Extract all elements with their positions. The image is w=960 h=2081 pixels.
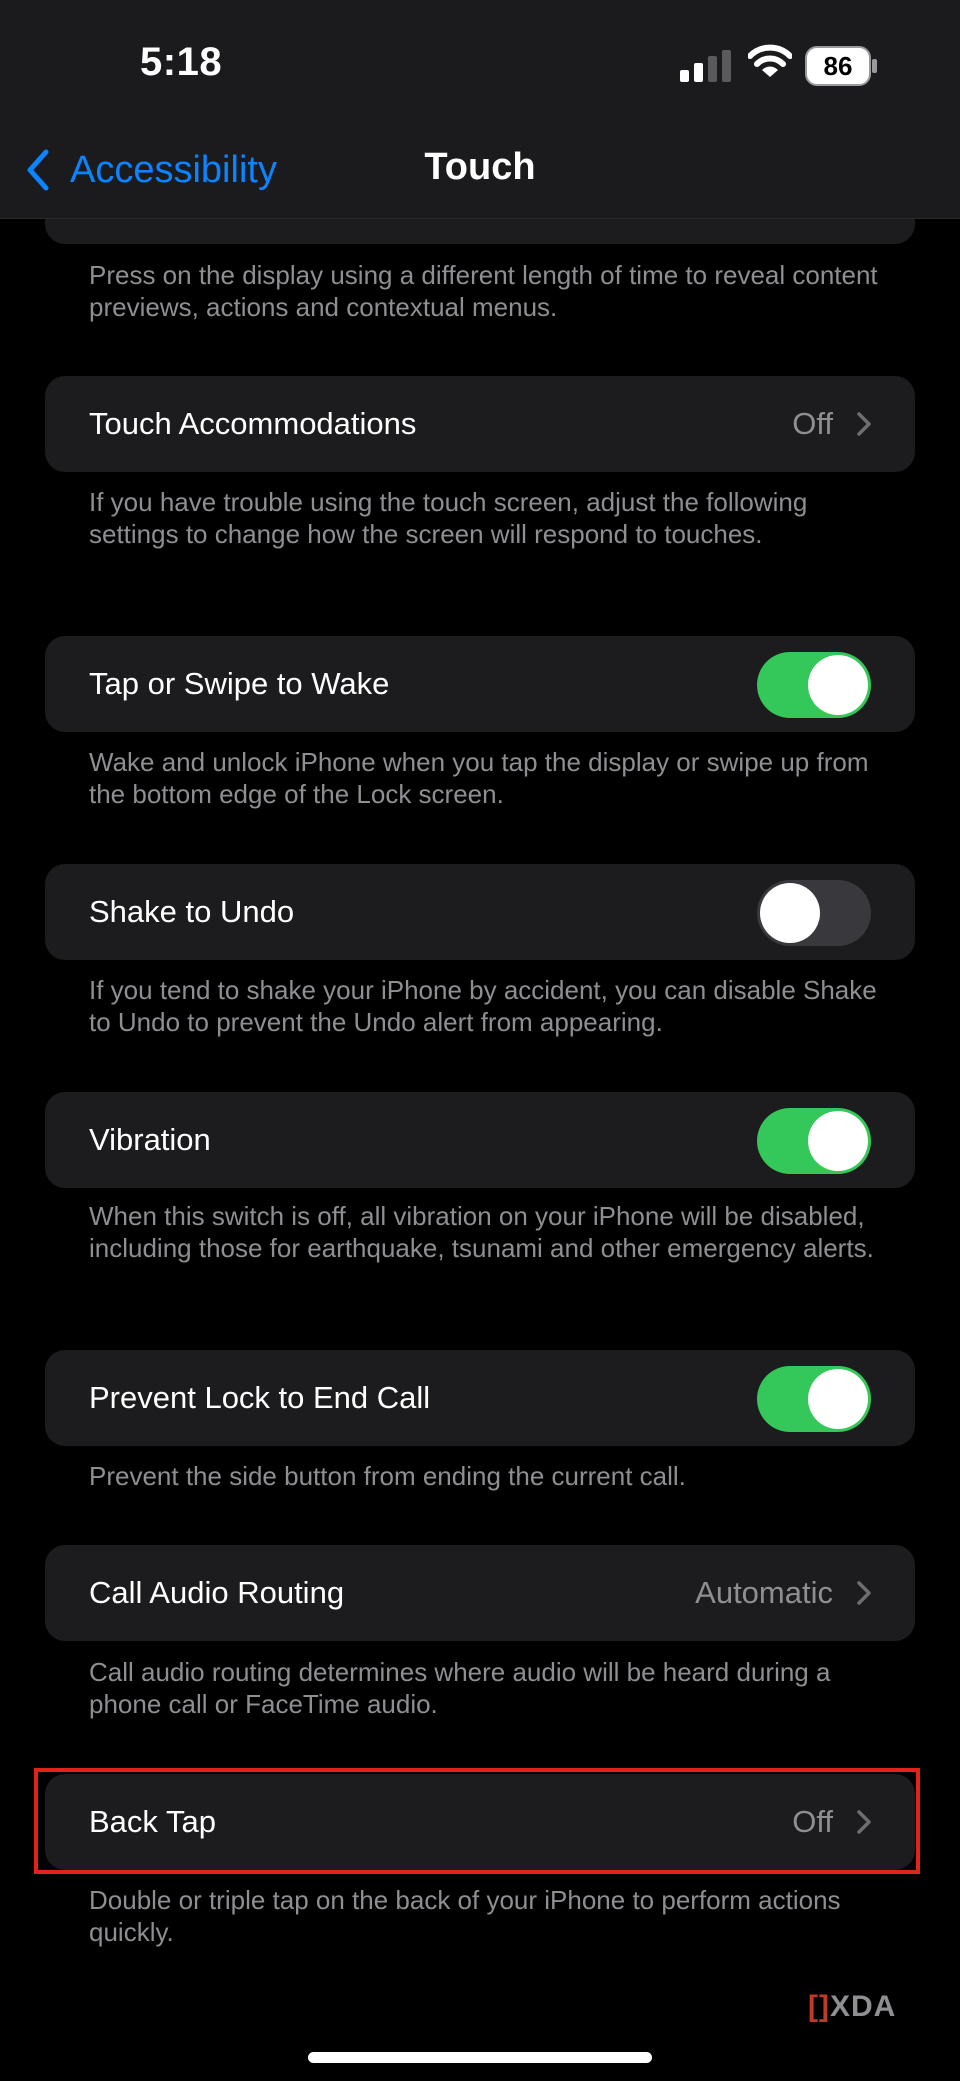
call-audio-routing-row[interactable]: Call Audio Routing Automatic <box>45 1545 915 1641</box>
signal-icon <box>680 50 731 82</box>
xda-watermark: []XDA <box>808 1990 896 2024</box>
tap-to-wake-toggle[interactable] <box>757 652 871 718</box>
haptic-touch-description: Press on the display using a different l… <box>89 260 878 322</box>
home-indicator[interactable] <box>308 2052 652 2063</box>
vibration-toggle[interactable] <box>757 1108 871 1174</box>
call-audio-routing-value: Automatic <box>695 1575 833 1610</box>
shake-to-undo-description: If you tend to shake your iPhone by acci… <box>89 975 877 1037</box>
vibration-label: Vibration <box>89 1122 211 1157</box>
xda-logo-mark: [] <box>808 1990 830 2023</box>
shake-to-undo-label: Shake to Undo <box>89 894 295 929</box>
tap-to-wake-row: Tap or Swipe to Wake <box>45 636 915 732</box>
chevron-right-icon <box>857 1581 871 1605</box>
navigation-header: 5:18 86 Accessibility Touch <box>0 0 960 219</box>
battery-level: 86 <box>823 51 853 81</box>
prevent-lock-toggle[interactable] <box>757 1366 871 1432</box>
vibration-description: When this switch is off, all vibration o… <box>89 1201 874 1263</box>
touch-accommodations-row[interactable]: Touch Accommodations Off <box>45 376 915 472</box>
prevent-lock-description: Prevent the side button from ending the … <box>89 1461 686 1491</box>
tap-to-wake-description: Wake and unlock iPhone when you tap the … <box>89 747 869 809</box>
shake-to-undo-row: Shake to Undo <box>45 864 915 960</box>
touch-accommodations-description: If you have trouble using the touch scre… <box>89 487 808 549</box>
toggle-knob <box>808 1369 868 1429</box>
wifi-icon <box>748 44 792 77</box>
prevent-lock-row: Prevent Lock to End Call <box>45 1350 915 1446</box>
page-title: Touch <box>424 146 536 188</box>
call-audio-routing-description: Call audio routing determines where audi… <box>89 1657 831 1719</box>
toggle-knob <box>808 1111 868 1171</box>
chevron-right-icon <box>857 412 871 436</box>
back-tap-highlight-box <box>34 1768 920 1874</box>
back-tap-description: Double or triple tap on the back of your… <box>89 1885 841 1947</box>
prevent-lock-label: Prevent Lock to End Call <box>89 1380 431 1415</box>
vibration-row: Vibration <box>45 1092 915 1188</box>
call-audio-routing-label: Call Audio Routing <box>89 1575 345 1610</box>
shake-to-undo-toggle[interactable] <box>757 880 871 946</box>
touch-accommodations-label: Touch Accommodations <box>89 406 417 441</box>
touch-accommodations-value: Off <box>792 406 833 441</box>
tap-to-wake-label: Tap or Swipe to Wake <box>89 666 390 701</box>
xda-logo-text: XDA <box>829 1990 897 2023</box>
toggle-knob <box>808 655 868 715</box>
toggle-knob <box>760 883 820 943</box>
status-time: 5:18 <box>140 40 223 84</box>
